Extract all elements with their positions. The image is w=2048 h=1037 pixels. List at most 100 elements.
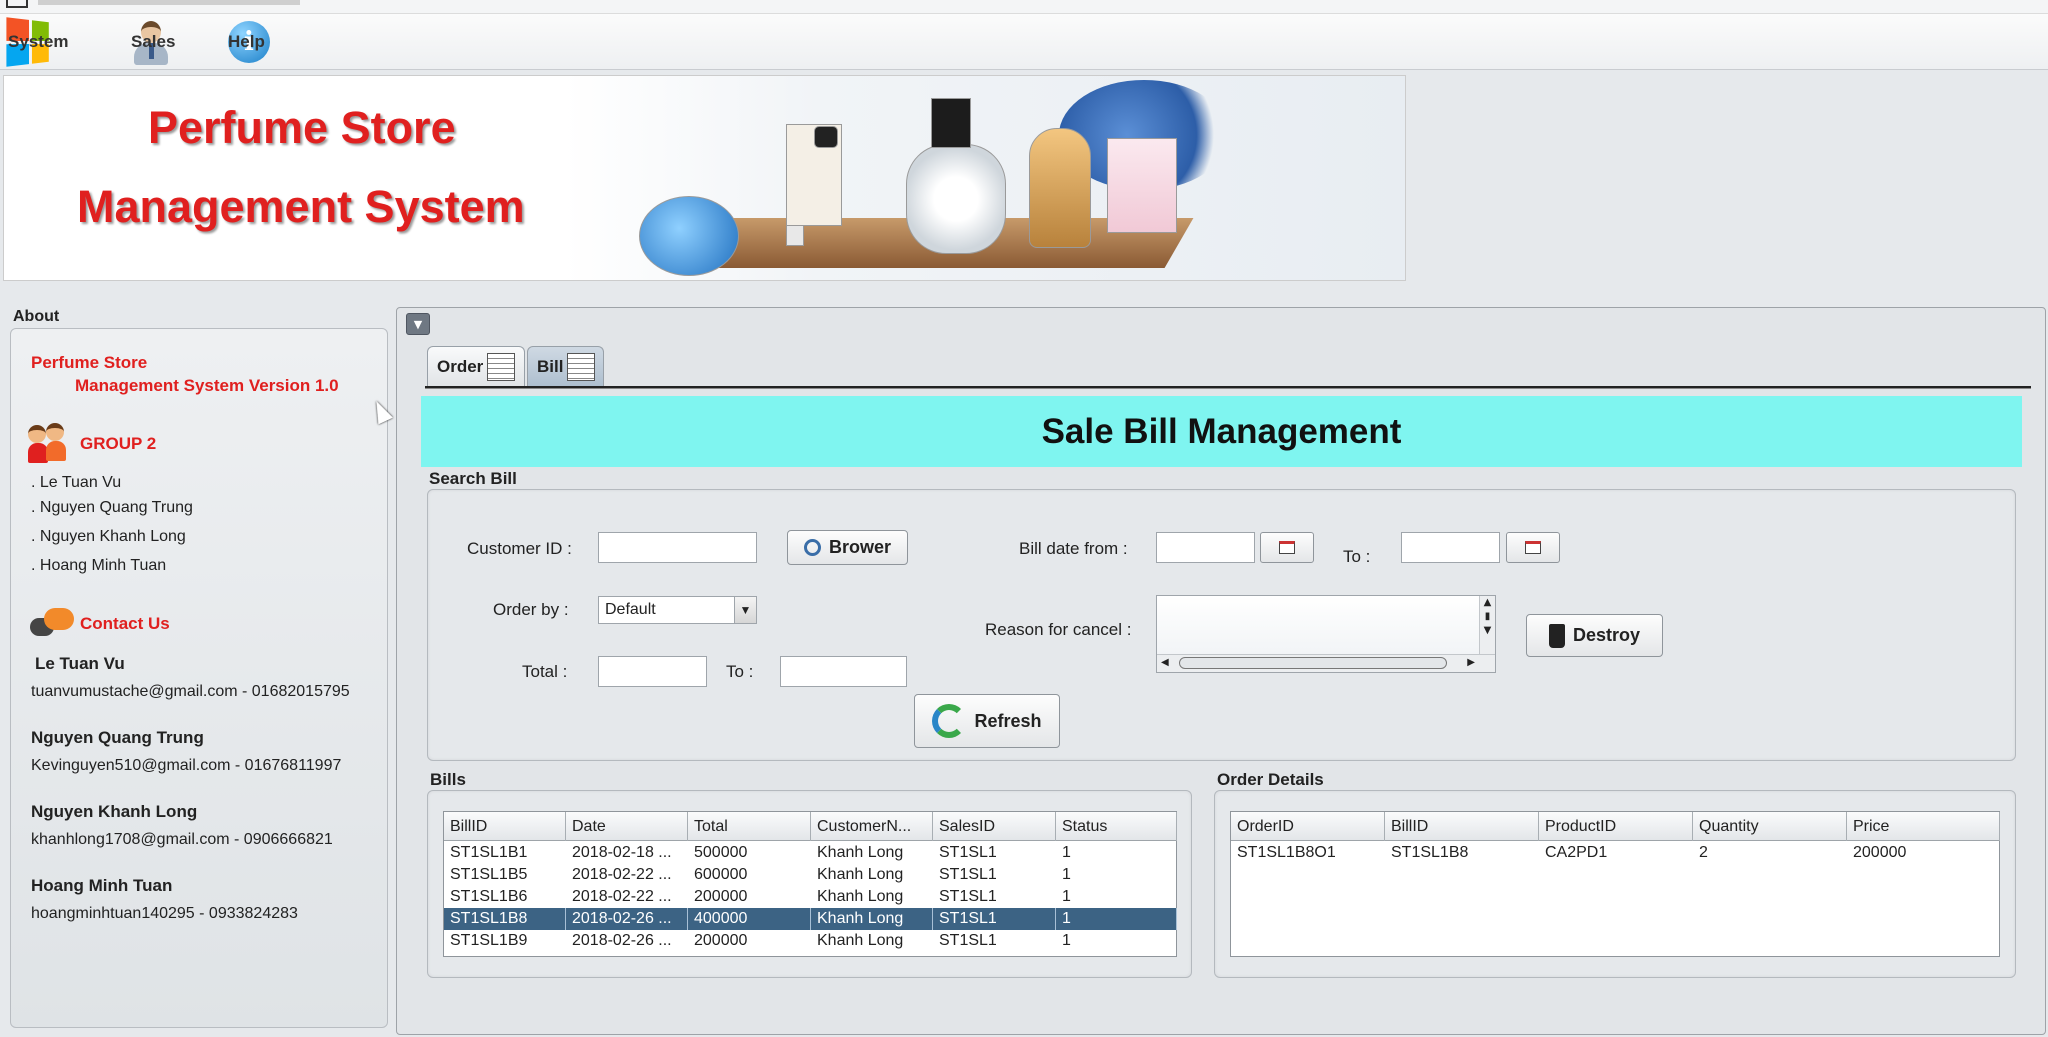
banner-title-line2: Management System bbox=[77, 181, 525, 232]
column-header[interactable]: Quantity bbox=[1693, 812, 1847, 841]
table-cell: 600000 bbox=[694, 866, 748, 883]
bill-date-to-label: To : bbox=[1343, 547, 1371, 566]
column-header[interactable]: SalesID bbox=[933, 812, 1056, 841]
menubar: System Sales i Help bbox=[0, 14, 2048, 70]
tab-order[interactable]: Order bbox=[427, 346, 525, 386]
table-cell: ST1SL1 bbox=[939, 932, 997, 949]
total-to-label: To : bbox=[726, 662, 754, 681]
member-item: . Nguyen Quang Trung bbox=[31, 499, 193, 516]
pink-bottle-image bbox=[1107, 138, 1177, 233]
contact-info: Kevinguyen510@gmail.com - 01676811997 bbox=[31, 757, 342, 774]
contact-info: tuanvumustache@gmail.com - 01682015795 bbox=[31, 683, 350, 700]
table-cell: ST1SL1B8 bbox=[1391, 844, 1469, 861]
table-row[interactable]: ST1SL1B9 2018-02-26 ... 200000 Khanh Long ST… bbox=[444, 930, 1176, 952]
member-item: . Le Tuan Vu bbox=[31, 474, 122, 491]
table-row[interactable]: ST1SL1B8 2018-02-26 ... 400000 Khanh Long ST… bbox=[444, 908, 1177, 930]
trash-icon bbox=[1548, 623, 1565, 648]
bill-date-from-label: Bill date from : bbox=[1019, 539, 1128, 558]
table-cell: ST1SL1B5 bbox=[450, 866, 528, 883]
table-cell: 1 bbox=[1062, 866, 1071, 883]
tab-divider bbox=[425, 386, 2031, 389]
destroy-button[interactable]: Destroy bbox=[1526, 614, 1663, 657]
total-from-input[interactable] bbox=[598, 656, 707, 687]
member-item: . Hoang Minh Tuan bbox=[31, 557, 167, 574]
order-document-icon bbox=[487, 352, 516, 381]
customer-id-input[interactable] bbox=[598, 532, 757, 563]
table-row[interactable]: ST1SL1B5 2018-02-22 ... 600000 Khanh Long ST… bbox=[444, 864, 1176, 886]
table-cell: 200000 bbox=[694, 932, 748, 949]
tab-bill[interactable]: Bill bbox=[527, 346, 604, 386]
table-cell: 400000 bbox=[688, 908, 811, 930]
menu-sales[interactable]: Sales bbox=[131, 18, 175, 66]
table-cell: 2018-02-26 ... bbox=[572, 932, 672, 949]
column-header[interactable]: Date bbox=[566, 812, 688, 841]
total-to-input[interactable] bbox=[780, 656, 907, 687]
page-title: Sale Bill Management bbox=[421, 396, 2022, 467]
contact-title: Contact Us bbox=[80, 614, 170, 633]
column-header[interactable]: BillID bbox=[1385, 812, 1539, 841]
reason-for-cancel-textarea[interactable]: ▲ ▮ ▼ ◀ ▶ bbox=[1156, 595, 1496, 673]
bills-title: Bills bbox=[430, 770, 466, 789]
group-name: GROUP 2 bbox=[80, 434, 157, 453]
table-cell: Khanh Long bbox=[817, 844, 904, 861]
order-by-select[interactable]: Default ▼ bbox=[598, 596, 757, 624]
vertical-scrollbar[interactable]: ▲ ▮ ▼ bbox=[1479, 596, 1495, 656]
bill-date-from-input[interactable] bbox=[1156, 532, 1255, 563]
search-bill-title: Search Bill bbox=[429, 469, 517, 488]
table-cell: 1 bbox=[1062, 888, 1071, 905]
customer-id-label: Customer ID : bbox=[467, 539, 572, 558]
column-header[interactable]: OrderID bbox=[1231, 812, 1385, 841]
window-titlebar bbox=[0, 0, 2048, 14]
table-row[interactable]: ST1SL1B6 2018-02-22 ... 200000 Khanh Long ST… bbox=[444, 886, 1176, 908]
window-title bbox=[38, 0, 300, 5]
order-by-label: Order by : bbox=[493, 600, 569, 619]
column-header[interactable]: BillID bbox=[444, 812, 566, 841]
bill-date-to-picker[interactable] bbox=[1506, 532, 1560, 563]
table-cell: 1 bbox=[1056, 908, 1177, 930]
table-cell: 1 bbox=[1062, 844, 1071, 861]
table-cell: ST1SL1 bbox=[939, 866, 997, 883]
contact-info: hoangminhtuan140295 - 0933824283 bbox=[31, 905, 298, 922]
bills-table[interactable]: BillID Date Total CustomerN... SalesID S… bbox=[443, 811, 1177, 957]
column-header[interactable]: ProductID bbox=[1539, 812, 1693, 841]
perfume-bottles-image bbox=[564, 76, 1405, 280]
contact-name: Nguyen Khanh Long bbox=[31, 802, 198, 821]
horizontal-scrollbar[interactable]: ◀ ▶ bbox=[1157, 654, 1495, 672]
table-row[interactable]: ST1SL1B8O1 ST1SL1B8 CA2PD1 2 200000 bbox=[1231, 842, 1999, 864]
table-cell: Khanh Long bbox=[811, 908, 933, 930]
column-header[interactable]: Price bbox=[1847, 812, 2000, 841]
table-cell: CA2PD1 bbox=[1545, 844, 1608, 861]
table-cell: 2018-02-22 ... bbox=[572, 866, 672, 883]
app-icon bbox=[6, 0, 28, 8]
tab-bill-label: Bill bbox=[537, 356, 564, 376]
calendar-icon bbox=[1279, 541, 1295, 554]
menu-help[interactable]: i Help bbox=[228, 18, 270, 66]
amber-bottle-image bbox=[1029, 128, 1091, 248]
column-header[interactable]: Status bbox=[1056, 812, 1177, 841]
order-details-table[interactable]: OrderID BillID ProductID Quantity Price … bbox=[1230, 811, 2000, 957]
menu-system-label: System bbox=[8, 32, 69, 51]
menu-system[interactable]: System bbox=[6, 17, 68, 67]
group-icon bbox=[26, 423, 70, 465]
total-label: Total : bbox=[522, 662, 568, 681]
table-row[interactable]: ST1SL1B1 2018-02-18 ... 500000 Khanh Long ST… bbox=[444, 842, 1176, 864]
table-cell: 1 bbox=[1062, 932, 1071, 949]
tab-order-label: Order bbox=[437, 356, 484, 376]
bills-table-header: BillID Date Total CustomerN... SalesID S… bbox=[444, 812, 1177, 841]
browse-button[interactable]: Brower bbox=[787, 530, 908, 565]
refresh-icon bbox=[932, 704, 967, 738]
calendar-icon bbox=[1525, 541, 1541, 554]
menu-sales-label: Sales bbox=[131, 32, 176, 51]
column-header[interactable]: CustomerN... bbox=[811, 812, 933, 841]
table-cell: ST1SL1 bbox=[933, 908, 1056, 930]
reason-for-cancel-label: Reason for cancel : bbox=[985, 620, 1132, 639]
refresh-button[interactable]: Refresh bbox=[914, 694, 1060, 748]
bill-date-to-input[interactable] bbox=[1401, 532, 1500, 563]
table-cell: ST1SL1B8 bbox=[444, 908, 566, 930]
table-cell: Khanh Long bbox=[817, 888, 904, 905]
banner-title-line1: Perfume Store bbox=[148, 102, 456, 153]
collapse-button[interactable]: ▼ bbox=[406, 313, 430, 335]
bill-date-from-picker[interactable] bbox=[1260, 532, 1314, 563]
column-header[interactable]: Total bbox=[688, 812, 811, 841]
table-cell: 200000 bbox=[1853, 844, 1907, 861]
